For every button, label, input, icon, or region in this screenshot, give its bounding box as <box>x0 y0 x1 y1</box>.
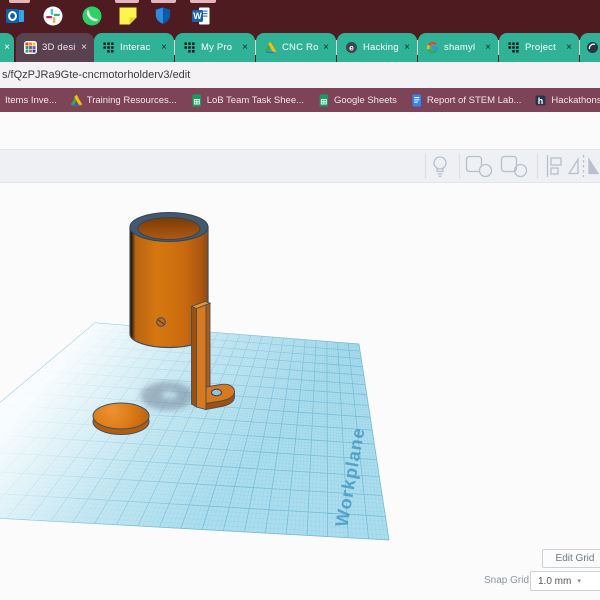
running-indicator <box>9 0 30 3</box>
google-sheets-icon <box>317 94 330 107</box>
tab-interactive[interactable]: Interac × <box>94 33 174 62</box>
svg-text:e: e <box>349 42 354 52</box>
tab-close-icon[interactable]: × <box>323 42 329 53</box>
sticky-notes-icon[interactable] <box>118 6 138 26</box>
tab-label: My Pro <box>201 42 233 53</box>
dark-circle-icon <box>586 41 599 54</box>
snap-grid-select[interactable]: 1.0 mm ▾ <box>530 571 600 591</box>
bookmark-lob-task-sheet[interactable]: LoB Team Task Shee... <box>190 94 304 107</box>
tab-close-icon[interactable]: × <box>404 42 410 53</box>
tab-close-icon[interactable]: × <box>242 42 248 53</box>
tab-3d-design[interactable]: 3D desi × <box>16 33 94 62</box>
svg-text:W: W <box>193 11 202 21</box>
bookmark-items-inventory[interactable]: Items Inve... <box>5 95 57 106</box>
h-square-icon: h <box>534 94 547 107</box>
google-drive-icon <box>70 94 83 107</box>
whatsapp-icon[interactable] <box>82 6 102 26</box>
edit-grid-button[interactable]: Edit Grid <box>542 549 600 568</box>
tab-label: shamyl <box>444 42 476 53</box>
running-indicator <box>151 0 176 3</box>
tab-close-icon[interactable]: × <box>161 42 167 53</box>
address-bar[interactable]: s/fQzPJRa9Gte-cncmotorholderv3/edit <box>0 62 600 88</box>
tab-partial-left[interactable]: × <box>0 33 14 62</box>
taskbar: W <box>0 0 600 30</box>
tinkercad-dots-icon <box>507 41 520 54</box>
tinkercad-dots-icon <box>102 41 115 54</box>
snap-grid-label: Snap Grid <box>484 575 530 586</box>
google-sheets-icon <box>190 94 203 107</box>
tab-close-icon[interactable]: × <box>81 42 87 53</box>
tab-my-projects[interactable]: My Pro × <box>175 33 255 62</box>
ungroup-button[interactable] <box>500 155 528 178</box>
bookmark-label: Hackathons, P <box>551 94 600 106</box>
tab-shamyl[interactable]: shamyl × <box>418 33 498 62</box>
bookmark-google-sheets[interactable]: Google Sheets <box>317 94 397 107</box>
google-docs-icon <box>410 94 423 107</box>
bookmark-label: Training Resources... <box>86 94 177 106</box>
tab-label: 3D desi <box>42 42 76 53</box>
tab-label: CNC Ro <box>282 42 319 53</box>
tinkercad-color-icon <box>24 41 37 54</box>
running-indicator <box>190 0 216 3</box>
chevron-down-icon: ▾ <box>577 578 581 585</box>
screen: Workplane W × 3D desi × Interac × My Pro… <box>0 0 600 600</box>
mirror-button[interactable] <box>567 155 600 177</box>
url-text: s/fQzPJRa9Gte-cncmotorholderv3/edit <box>2 69 191 81</box>
bracket-hole <box>210 388 223 397</box>
word-icon[interactable]: W <box>191 6 211 26</box>
snap-grid-value: 1.0 mm <box>538 575 572 587</box>
tab-label: Hacking <box>363 42 399 53</box>
tab-close-icon[interactable]: × <box>4 42 10 53</box>
slack-icon[interactable] <box>43 6 63 26</box>
show-all-lightbulb-button[interactable] <box>433 156 447 177</box>
bookmark-label: LoB Team Task Shee... <box>206 94 305 106</box>
bookmark-stem-report[interactable]: Report of STEM Lab... <box>410 94 522 107</box>
group-button[interactable] <box>465 155 493 178</box>
bookmark-label: Google Sheets <box>334 94 397 106</box>
tab-hacking[interactable]: e Hacking × <box>337 33 417 62</box>
bookmark-hackathons[interactable]: h Hackathons, P <box>534 94 600 107</box>
defender-shield-icon[interactable] <box>153 6 173 26</box>
bookmark-training-resources[interactable]: Training Resources... <box>70 94 177 107</box>
tab-label: Project <box>525 42 556 53</box>
outlook-icon[interactable] <box>5 6 25 26</box>
screw-hole <box>156 317 166 327</box>
running-indicator <box>115 0 139 3</box>
tinkercad-dots-icon <box>183 41 196 54</box>
tab-close-icon[interactable]: × <box>566 42 572 53</box>
align-button[interactable] <box>546 155 562 177</box>
tab-cnc-router[interactable]: CNC Ro × <box>256 33 336 62</box>
bookmarks-bar: Items Inve... Training Resources... LoB … <box>0 88 600 112</box>
tab-partial-right[interactable] <box>580 33 600 62</box>
google-drive-icon <box>264 41 277 54</box>
google-g-icon <box>426 41 439 54</box>
bookmark-label: Items Inve... <box>5 94 57 106</box>
tab-label: Interac <box>120 42 151 53</box>
tab-project[interactable]: Project × <box>499 33 579 62</box>
base-disc[interactable] <box>92 402 150 435</box>
tab-close-icon[interactable]: × <box>485 42 491 53</box>
bookmark-label: Report of STEM Lab... <box>426 94 522 106</box>
svg-text:h: h <box>538 95 544 105</box>
tab-strip: × 3D desi × Interac × My Pro × CNC Ro × … <box>0 30 600 62</box>
e-circle-icon: e <box>345 41 358 54</box>
editor-toolbar <box>0 149 600 183</box>
